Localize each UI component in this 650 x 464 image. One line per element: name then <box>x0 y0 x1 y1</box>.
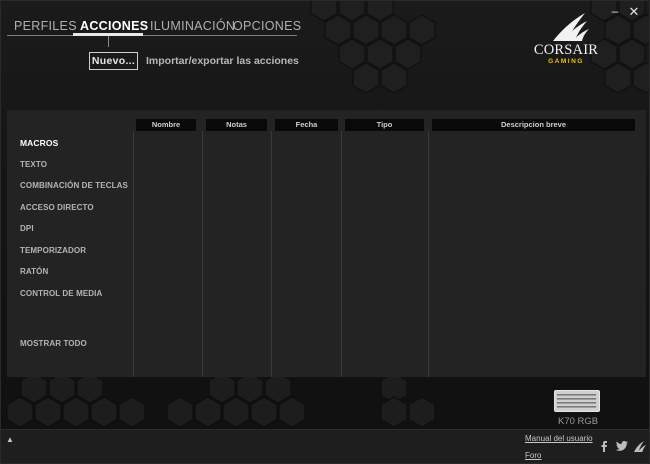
category-control-media[interactable]: CONTROL DE MEDIA <box>20 289 102 298</box>
category-combinacion-teclas[interactable]: COMBINACIÓN DE TECLAS <box>20 181 128 190</box>
collapse-arrow-icon[interactable]: ▲ <box>6 435 14 444</box>
tab-divider-line <box>7 35 297 36</box>
hex-pattern-bottom <box>6 373 436 428</box>
facebook-icon[interactable] <box>597 439 611 453</box>
tab-opciones[interactable]: OPCIONES <box>233 19 301 33</box>
column-separator <box>341 131 342 377</box>
column-header-nombre[interactable]: Nombre <box>136 119 196 131</box>
category-temporizador[interactable]: TEMPORIZADOR <box>20 246 86 255</box>
new-action-button[interactable]: Nuevo... <box>89 52 138 70</box>
main-tabs: PERFILES ACCIONES ILUMINACIÓN OPCIONES <box>7 15 301 37</box>
category-macros[interactable]: MACROS <box>20 138 58 148</box>
cue-window: PERFILES ACCIONES ILUMINACIÓN OPCIONES N… <box>0 0 650 464</box>
category-acceso-directo[interactable]: ACCESO DIRECTO <box>20 203 94 212</box>
category-raton[interactable]: RATÓN <box>20 267 48 276</box>
category-texto[interactable]: TEXTO <box>20 160 47 169</box>
column-header-fecha[interactable]: Fecha <box>275 119 338 131</box>
device-name-label: K70 RGB <box>558 416 599 427</box>
column-header-descripcion[interactable]: Descripcion breve <box>432 119 635 131</box>
close-button[interactable]: ✕ <box>628 5 640 19</box>
column-header-tipo[interactable]: Tipo <box>345 119 424 131</box>
corsair-sails-icon <box>553 13 589 41</box>
minimize-button[interactable]: – <box>609 5 621 17</box>
tab-connector-line <box>108 36 109 47</box>
forum-link[interactable]: Foro <box>525 451 541 460</box>
keyboard-icon[interactable] <box>554 390 600 412</box>
tab-perfiles[interactable]: PERFILES <box>14 19 77 33</box>
logo-subtitle: GAMING <box>548 58 584 65</box>
column-separator <box>202 131 203 377</box>
corsair-sails-icon[interactable] <box>633 439 647 453</box>
column-separator <box>428 131 429 377</box>
user-manual-link[interactable]: Manual del usuario <box>525 434 593 443</box>
category-dpi[interactable]: DPI <box>20 224 34 233</box>
corsair-logo: CORSAIR GAMING <box>527 11 605 69</box>
tab-iluminacion[interactable]: ILUMINACIÓN <box>150 19 235 33</box>
column-separator <box>271 131 272 377</box>
import-export-actions-link[interactable]: Importar/exportar las acciones <box>146 55 299 67</box>
footer-bar: ▲ Manual del usuario Foro <box>1 429 649 463</box>
actions-panel: MACROS TEXTO COMBINACIÓN DE TECLAS ACCES… <box>7 110 646 377</box>
category-mostrar-todo[interactable]: MOSTRAR TODO <box>20 339 87 348</box>
logo-wordmark: CORSAIR <box>533 42 599 58</box>
column-header-notas[interactable]: Notas <box>206 119 267 131</box>
column-separator <box>133 131 134 377</box>
tab-acciones[interactable]: ACCIONES <box>80 19 148 33</box>
twitter-icon[interactable] <box>615 439 629 453</box>
